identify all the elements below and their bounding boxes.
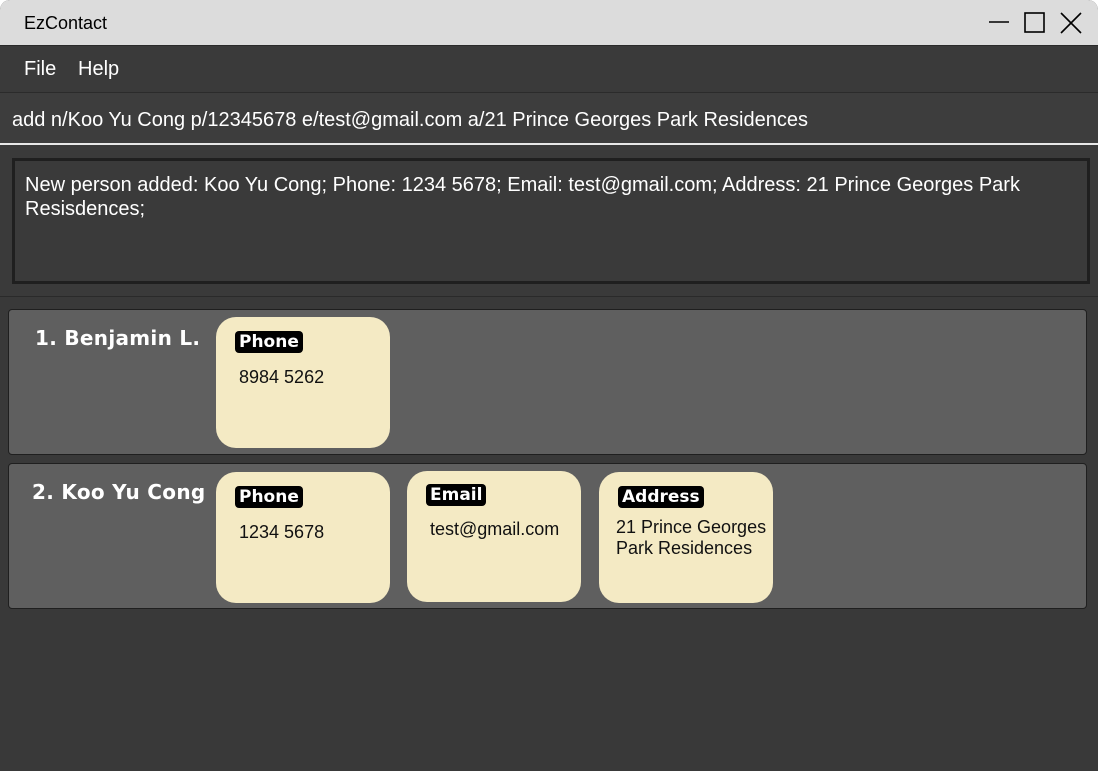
address-card: Address 21 Prince Georges Park Residence… <box>599 472 773 603</box>
command-input[interactable]: add n/Koo Yu Cong p/12345678 e/test@gmai… <box>0 92 1098 145</box>
phone-card: Phone 8984 5262 <box>216 317 390 448</box>
person-name: 2. Koo Yu Cong <box>32 480 206 504</box>
person-card[interactable]: 1. Benjamin L. Phone 8984 5262 <box>8 309 1087 455</box>
close-icon[interactable] <box>1058 10 1084 36</box>
email-value: test@gmail.com <box>430 519 560 539</box>
person-name: 1. Benjamin L. <box>35 326 201 350</box>
result-display: New person added: Koo Yu Cong; Phone: 12… <box>12 158 1090 284</box>
person-card[interactable]: 2. Koo Yu Cong Phone 1234 5678 Email tes… <box>8 463 1087 609</box>
minimize-icon[interactable] <box>986 10 1012 36</box>
address-value: 21 Prince Georges Park Residences <box>616 517 767 558</box>
person-list[interactable]: 1. Benjamin L. Phone 8984 5262 2. Koo Yu… <box>0 298 1098 771</box>
phone-value: 1234 5678 <box>239 522 325 542</box>
result-panel: New person added: Koo Yu Cong; Phone: 12… <box>0 147 1098 297</box>
address-label: Address <box>618 486 704 508</box>
phone-label: Phone <box>235 331 303 353</box>
app-window: EzContact File Help add n/Koo Yu Cong p/… <box>0 0 1098 771</box>
maximize-icon[interactable] <box>1022 10 1048 36</box>
phone-value: 8984 5262 <box>239 367 325 387</box>
title-bar[interactable]: EzContact <box>0 0 1098 46</box>
phone-label: Phone <box>235 486 303 508</box>
menu-help[interactable]: Help <box>78 58 119 81</box>
email-card: Email test@gmail.com <box>407 471 581 602</box>
window-title: EzContact <box>24 13 108 33</box>
email-label: Email <box>426 484 487 506</box>
phone-card: Phone 1234 5678 <box>216 472 390 603</box>
menu-file[interactable]: File <box>24 58 56 81</box>
menu-bar: File Help <box>0 46 1098 92</box>
